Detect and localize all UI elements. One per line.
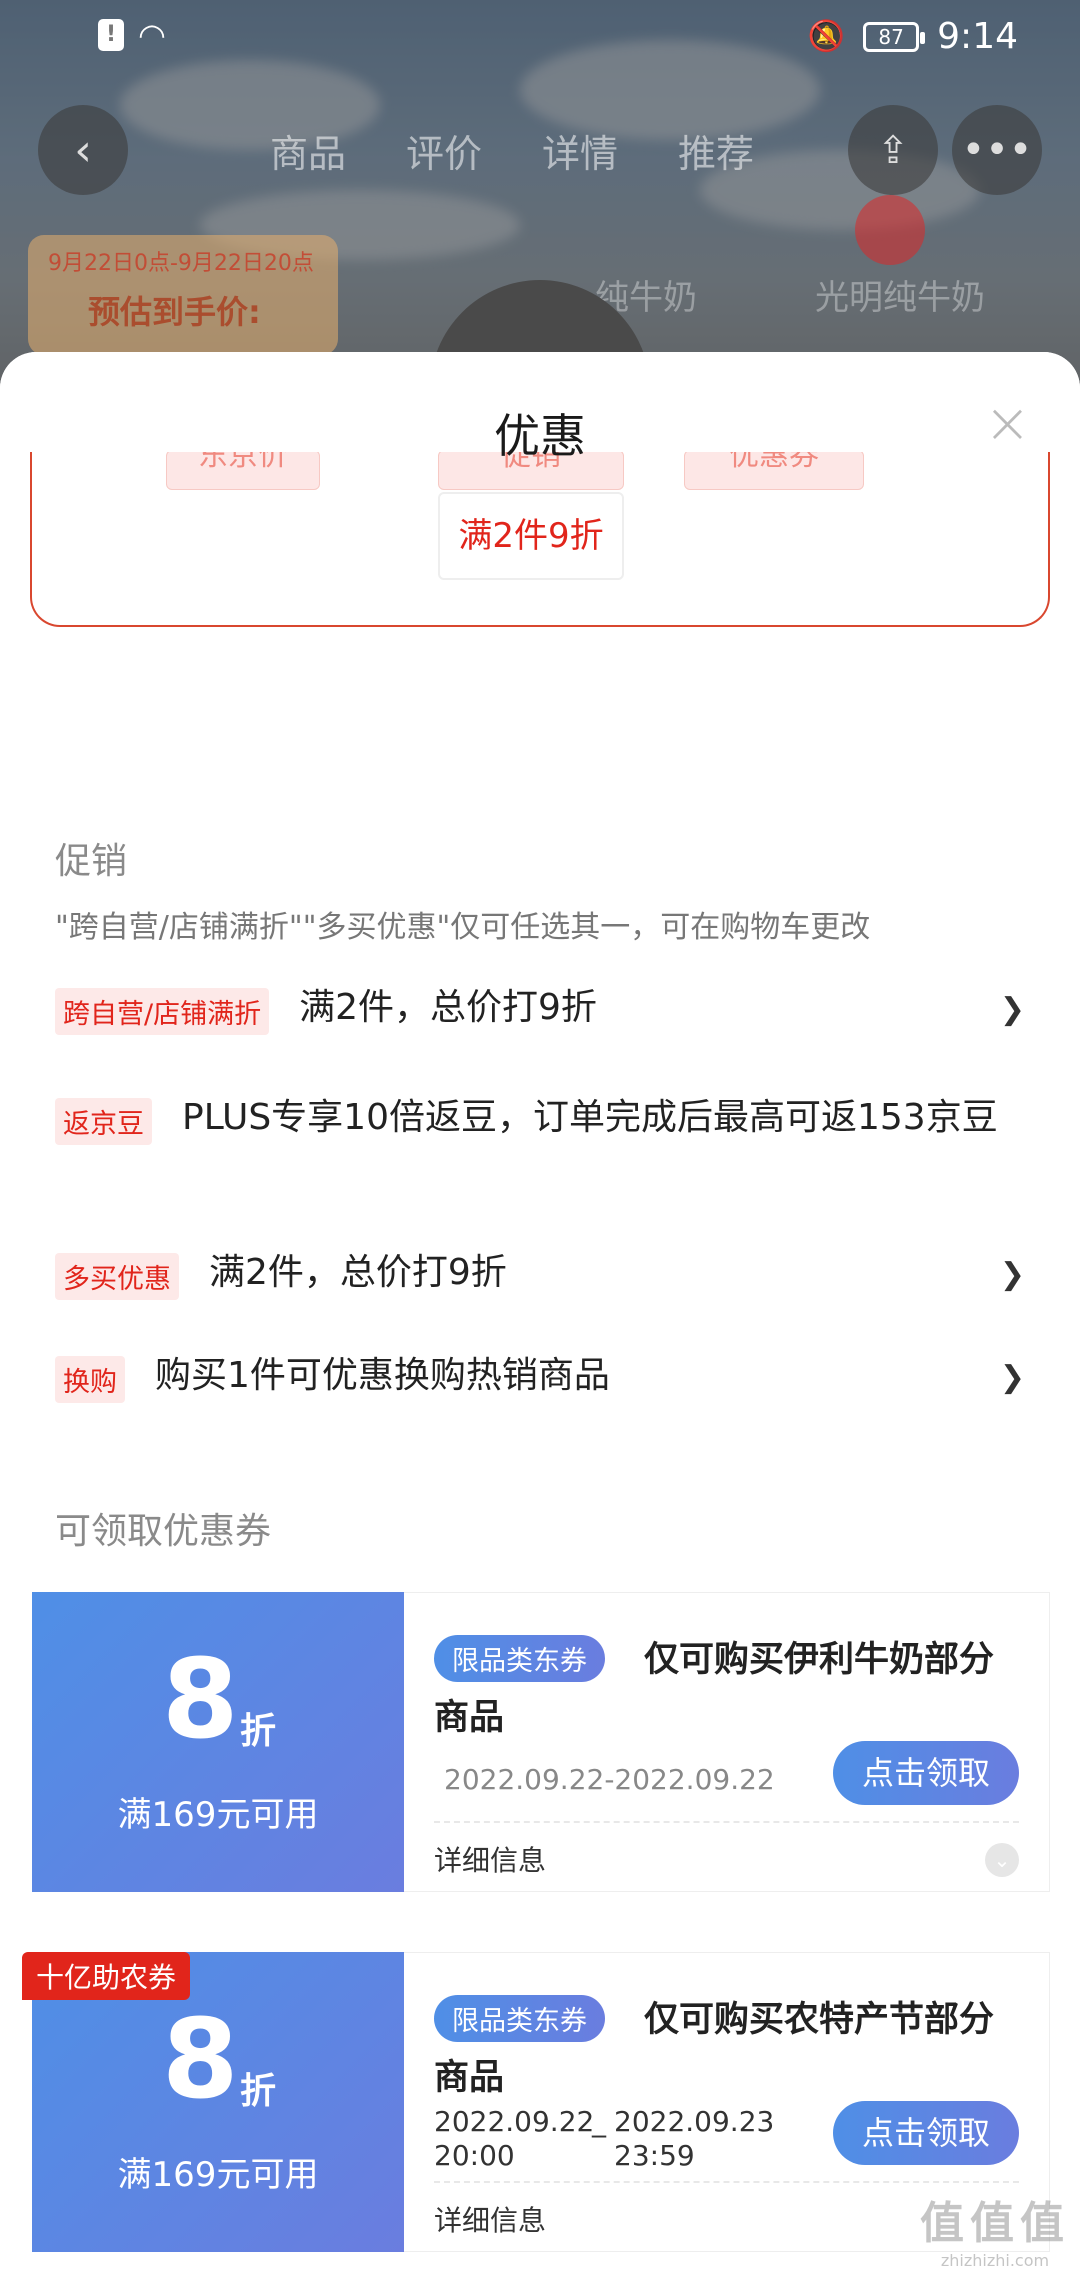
close-icon: × [984,391,1031,456]
discount-sheet: 东京价 促销 优惠券 满2件9折 优惠 × 促销 "跨自营/店铺满折""多买优惠… [0,352,1080,2280]
alert-icon: ! [98,19,124,51]
promo-item[interactable]: 多买优惠 满2件，总价打9折 ❯ [55,1247,1025,1300]
coupon-date-range: 2022.09.22 20:00 _ 2022.09.23 23:59 [434,2105,774,2173]
clock: 9:14 [937,16,1018,57]
coupon-date: 2022.09.22-2022.09.22 [444,1763,775,1796]
promo-section-label: 促销 [55,841,128,882]
coupon-date-sep: _ [592,2105,606,2138]
price-calc-card: 东京价 促销 优惠券 满2件9折 [30,450,1050,627]
tab-recommend[interactable]: 推荐 [678,123,754,178]
coupon-discount: 8 [162,1995,239,2123]
coupon-detail-link[interactable]: 详细信息 [434,2199,546,2239]
coupon-section-label: 可领取优惠券 [55,1511,272,1552]
coupon-ribbon: 十亿助农券 [22,1952,191,2000]
coupon-type-tag: 限品类东券 [434,1635,605,1682]
promo-item[interactable]: 跨自营/店铺满折 满2件，总价打9折 ❯ [55,982,1025,1035]
tab-reviews[interactable]: 评价 [406,123,482,178]
promo-item[interactable]: 换购 购买1件可优惠换购热销商品 ❯ [55,1350,1025,1403]
coupon-discount: 8 [162,1635,239,1763]
promo-tag: 返京豆 [55,1098,152,1145]
tab-details[interactable]: 详情 [542,123,618,178]
promo-section-note: "跨自营/店铺满折""多买优惠"仅可任选其一，可在购物车更改 [55,910,871,945]
calc-discount-box: 满2件9折 [438,492,624,580]
share-button[interactable]: ⇪ [848,105,938,195]
chevron-right-icon: ❯ [999,992,1025,1027]
mute-bell-icon: 🔕 [807,19,846,54]
background-page: ! ◠ 🔕 87 9:14 ‹ 商品 评价 详情 推荐 ⇪ ••• 9月22日0… [0,0,1080,400]
promo-text: PLUS专享10倍返豆，订单完成后最高可返153京豆 [182,1097,998,1138]
bg-tag-2: 光明纯牛奶 [815,278,985,318]
battery-icon: 87 [863,21,926,52]
sheet-title: 优惠 [494,409,586,463]
tab-product[interactable]: 商品 [270,123,346,178]
promo-item: 返京豆 PLUS专享10倍返豆，订单完成后最高可返153京豆 [55,1092,1025,1145]
nav-tabs: 商品 评价 详情 推荐 [270,123,754,178]
coupon-type-tag: 限品类东券 [434,1995,605,2042]
back-button[interactable]: ‹ [38,105,128,195]
wifi-icon: ◠ [138,16,166,54]
expand-chevron-icon[interactable]: ⌄ [985,1843,1019,1877]
site-watermark: 值值值 zhizhizhi.com [920,2198,1070,2270]
decorative-blob [855,195,925,265]
promo-text: 满2件，总价打9折 [209,1252,507,1293]
close-button[interactable]: × [984,396,1031,452]
chevron-right-icon: ❯ [999,1360,1025,1395]
chevron-left-icon: ‹ [74,124,92,176]
coupon-info-panel: 仅可购买伊利牛奶部分商品 限品类东券 2022.09.22-2022.09.22… [404,1592,1050,1892]
coupon-unit: 折 [240,2071,277,2112]
top-nav: ‹ 商品 评价 详情 推荐 ⇪ ••• [0,105,1080,195]
chevron-right-icon: ❯ [999,1257,1025,1292]
promo-text: 满2件，总价打9折 [299,987,597,1028]
share-icon: ⇪ [877,128,909,172]
claim-coupon-button[interactable]: 点击领取 [833,2101,1019,2165]
promo-tag: 跨自营/店铺满折 [55,988,270,1035]
coupon-unit: 折 [240,1711,277,1752]
promo-tag: 多买优惠 [55,1253,179,1300]
more-dots-icon: ••• [961,127,1033,173]
coupon-condition: 满169元可用 [117,2155,319,2195]
coupon-value-panel: 8 折 满169元可用 [24,1592,404,1892]
price-banner: 9月22日0点-9月22日20点 预估到手价: [28,235,338,355]
coupon-card: 十亿助农券 8 折 满169元可用 仅可购买农特产节部分商品 限品类东券 202… [22,1952,1050,2252]
status-bar: ! ◠ 🔕 87 9:14 [0,10,1080,70]
more-button[interactable]: ••• [952,105,1042,195]
promo-tag: 换购 [55,1356,125,1403]
promo-text: 购买1件可优惠换购热销商品 [155,1355,610,1396]
coupon-date-start: 2022.09.22 20:00 [434,2105,595,2172]
coupon-card: 8 折 满169元可用 仅可购买伊利牛奶部分商品 限品类东券 2022.09.2… [24,1592,1050,1892]
claim-coupon-button[interactable]: 点击领取 [833,1741,1019,1805]
coupon-date-end: 2022.09.23 23:59 [614,2105,775,2172]
coupon-detail-link[interactable]: 详细信息 [434,1839,546,1879]
coupon-condition: 满169元可用 [117,1795,319,1835]
